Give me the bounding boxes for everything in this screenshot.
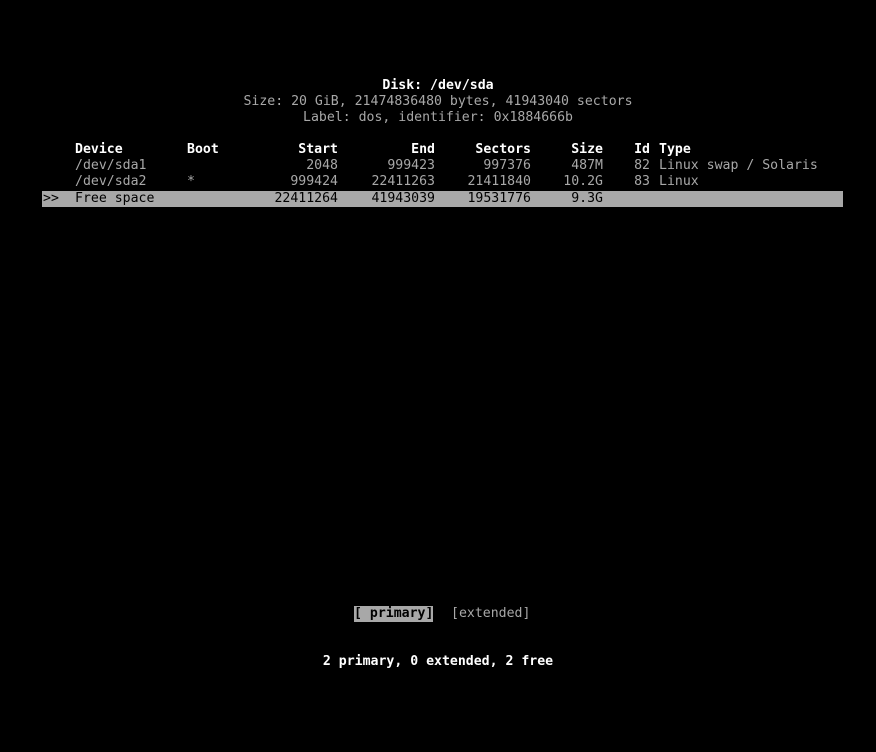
row-size: 10.2G [563, 174, 603, 189]
header-device: Device [75, 142, 123, 157]
status-line: 2 primary, 0 extended, 2 free [322, 654, 554, 669]
row-id: 83 [634, 174, 650, 189]
disk-label-info: Label: dos, identifier: 0x1884666b [303, 110, 573, 125]
row-size: 487M [571, 158, 603, 173]
row-id: 82 [634, 158, 650, 173]
partition-row-sda2[interactable]: /dev/sda2 * 999424 22411263 21411840 10.… [0, 174, 876, 190]
disk-title: Disk: /dev/sda [382, 78, 494, 93]
row-device: Free space [75, 191, 155, 206]
primary-button[interactable]: [ primary] [354, 606, 434, 622]
header-start: Start [298, 142, 338, 157]
row-size: 9.3G [571, 191, 603, 206]
row-start: 22411264 [274, 191, 338, 206]
disk-size-info: Size: 20 GiB, 21474836480 bytes, 4194304… [243, 94, 633, 109]
partition-row-free-space[interactable]: >> Free space 22411264 41943039 19531776… [42, 191, 843, 207]
row-device: /dev/sda1 [75, 158, 147, 173]
header-id: Id [634, 142, 650, 157]
row-start: 2048 [306, 158, 338, 173]
row-start: 999424 [290, 174, 338, 189]
partition-row-sda1[interactable]: /dev/sda1 2048 999423 997376 487M 82 Lin… [0, 158, 876, 174]
table-header: Device Boot Start End Sectors Size Id Ty… [0, 142, 876, 158]
row-end: 22411263 [371, 174, 435, 189]
row-end: 999423 [387, 158, 435, 173]
row-end: 41943039 [371, 191, 435, 206]
header-boot: Boot [187, 142, 219, 157]
cfdisk-screen: { "disk": { "title": "Disk: /dev/sda", "… [0, 0, 876, 752]
header-sectors: Sectors [475, 142, 531, 157]
row-cursor: >> [43, 191, 59, 206]
row-device: /dev/sda2 [75, 174, 147, 189]
row-sectors: 19531776 [467, 191, 531, 206]
header-size: Size [571, 142, 603, 157]
row-type: Linux [659, 174, 699, 189]
row-boot: * [187, 174, 195, 189]
header-end: End [411, 142, 435, 157]
row-type: Linux swap / Solaris [659, 158, 818, 173]
row-sectors: 997376 [483, 158, 531, 173]
row-sectors: 21411840 [467, 174, 531, 189]
extended-button[interactable]: [extended] [451, 606, 530, 622]
row-id [610, 191, 650, 207]
header-type: Type [659, 142, 691, 157]
